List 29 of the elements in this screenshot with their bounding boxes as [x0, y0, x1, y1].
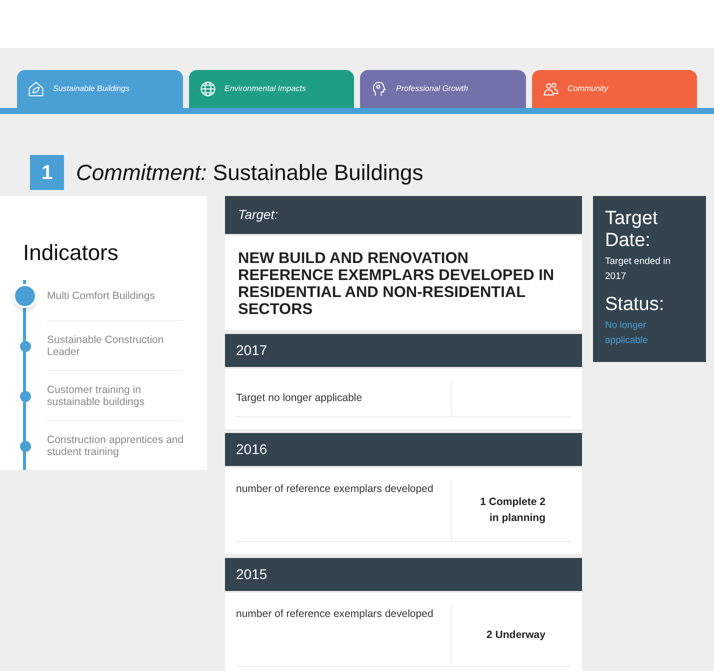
commitment-title: Commitment: Sustainable Buildings	[76, 159, 424, 187]
indicator-link[interactable]: Construction apprentices and student training	[47, 421, 184, 471]
indicator-value: 2 Underway	[486, 628, 546, 643]
target-date-label: Target Date:	[605, 208, 659, 252]
people-icon	[542, 80, 560, 98]
category-tab[interactable]: Community	[532, 70, 697, 108]
indicator-link[interactable]: Multi Comfort Buildings	[47, 271, 184, 321]
indicator-description: Target no longer applicable	[236, 390, 364, 406]
category-tab[interactable]: Professional Growth	[360, 70, 526, 108]
indicator-description: number of reference exemplars developed	[236, 607, 434, 622]
globe-icon	[198, 80, 216, 98]
category-tab[interactable]: Environmental Impacts	[188, 70, 354, 108]
indicator-link[interactable]: Sustainable Construction Leader	[47, 321, 184, 371]
status-label: Status:	[605, 294, 666, 316]
category-tab[interactable]: Sustainable Buildings	[17, 70, 182, 108]
indicator-link[interactable]: Customer training in sustainable buildings	[47, 371, 184, 421]
indicator-description: number of reference exemplars developed	[236, 482, 434, 497]
indicators-title: Indicators	[23, 239, 120, 267]
indicator-value: 1 Complete 2 in planning	[479, 494, 546, 526]
commitment-number: 1	[30, 155, 64, 190]
target-date: Target ended in 2017	[605, 255, 672, 284]
head-icon	[370, 80, 388, 98]
year-header: 2017	[225, 334, 582, 367]
year-header: 2016	[225, 433, 582, 466]
target-header: Target:	[225, 196, 582, 234]
target-text: NEW BUILD AND RENOVATION REFERENCE EXEMPLARS DEVELOPED IN RESIDENTIAL AND NON-RESIDENTIAL SECTORS	[225, 236, 582, 330]
status-value: No longer applicable	[605, 319, 649, 348]
house-leaf-icon	[27, 80, 45, 98]
year-header: 2015	[225, 558, 582, 591]
